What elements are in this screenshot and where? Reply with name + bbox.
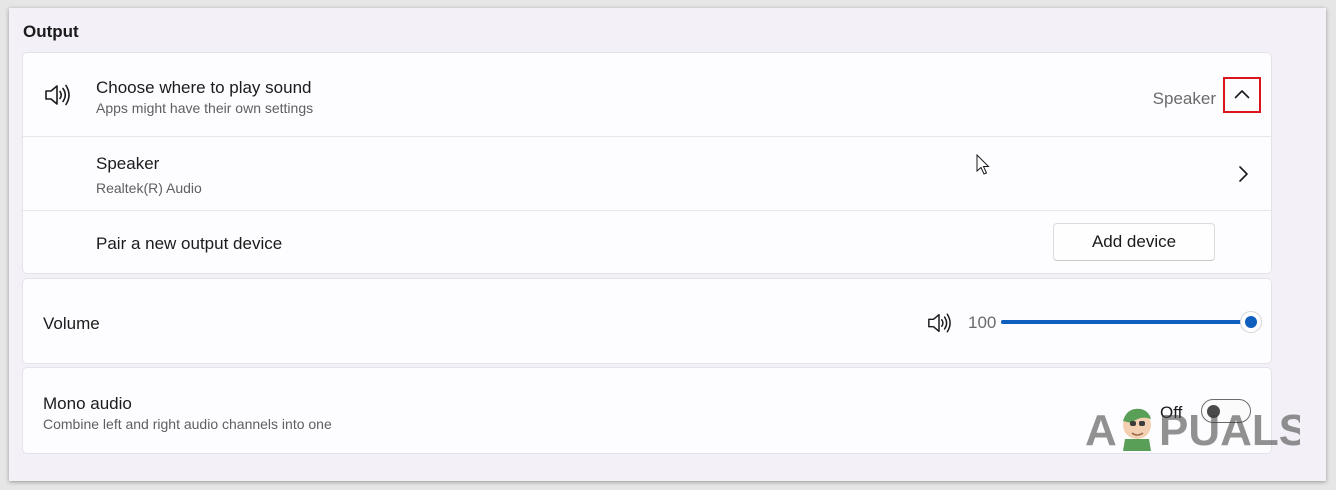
volume-slider-thumb[interactable] xyxy=(1240,311,1262,333)
pair-device-label: Pair a new output device xyxy=(96,234,283,253)
volume-value: 100 xyxy=(968,313,997,332)
mouse-cursor-icon xyxy=(976,153,990,176)
settings-window: Output Choose where to play sound Apps m… xyxy=(9,8,1326,481)
speaker-device-row[interactable]: Speaker Realtek(R) Audio xyxy=(23,137,1271,211)
chevron-right-icon[interactable] xyxy=(1237,164,1249,184)
output-card: Choose where to play sound Apps might ha… xyxy=(22,52,1272,274)
volume-label: Volume xyxy=(43,314,100,333)
speaker-device-subtitle: Realtek(R) Audio xyxy=(96,180,202,196)
volume-card: Volume 100 xyxy=(22,278,1272,364)
chevron-up-icon xyxy=(1234,86,1250,104)
mono-audio-card: Mono audio Combine left and right audio … xyxy=(22,367,1272,454)
speaker-icon xyxy=(43,82,71,108)
mono-audio-subtitle: Combine left and right audio channels in… xyxy=(43,416,332,432)
choose-output-row[interactable]: Choose where to play sound Apps might ha… xyxy=(23,53,1271,137)
collapse-button[interactable] xyxy=(1223,77,1261,113)
toggle-knob xyxy=(1207,405,1220,418)
speaker-volume-icon[interactable] xyxy=(926,311,952,335)
mono-audio-toggle[interactable] xyxy=(1201,399,1251,423)
mono-audio-title: Mono audio xyxy=(43,394,132,413)
choose-output-title: Choose where to play sound xyxy=(96,78,312,97)
add-device-button[interactable]: Add device xyxy=(1053,223,1215,261)
selected-output-value: Speaker xyxy=(1152,89,1216,108)
volume-slider-fill xyxy=(1001,320,1251,324)
volume-slider[interactable] xyxy=(1001,311,1262,333)
choose-output-subtitle: Apps might have their own settings xyxy=(96,100,314,116)
pair-device-row: Pair a new output device Add device xyxy=(23,211,1271,274)
section-title-output: Output xyxy=(23,22,79,41)
speaker-device-title: Speaker xyxy=(96,154,160,173)
mono-audio-state-label: Off xyxy=(1160,403,1183,422)
